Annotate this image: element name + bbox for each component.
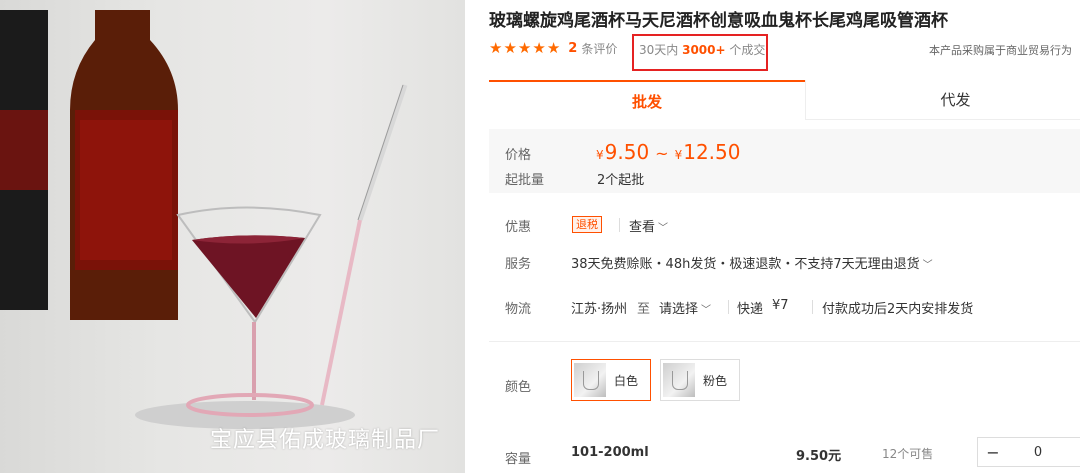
capacity-label: 容量 bbox=[505, 452, 532, 467]
color-option-pink[interactable]: 粉色 bbox=[660, 359, 741, 401]
sales-prefix: 30天内 bbox=[639, 43, 679, 57]
capacity-spec: 101-200ml bbox=[571, 445, 649, 460]
product-image[interactable]: 宝应县佑成玻璃制品厂 bbox=[0, 0, 465, 473]
divider bbox=[619, 218, 620, 232]
chevron-down-icon: ﹀ bbox=[922, 260, 933, 271]
min-price: 9.50 bbox=[604, 140, 650, 164]
currency-symbol: ¥ bbox=[674, 148, 683, 162]
star-icon: ★ bbox=[546, 39, 561, 57]
tab-dropship[interactable]: 代发 bbox=[805, 80, 1080, 120]
tab-wholesale[interactable]: 批发 bbox=[489, 80, 805, 120]
moq-label: 起批量 bbox=[505, 173, 545, 188]
purchase-tabs: 批发 代发 bbox=[489, 80, 1080, 120]
max-price: 12.50 bbox=[683, 140, 741, 164]
quantity-stepper: − bbox=[977, 437, 1080, 467]
view-promo-label: 查看 bbox=[629, 220, 656, 235]
quantity-input[interactable] bbox=[1008, 444, 1068, 460]
decrement-button[interactable]: − bbox=[978, 443, 1008, 462]
service-label: 服务 bbox=[505, 257, 532, 272]
product-title: 玻璃螺旋鸡尾酒杯马天尼酒杯创意吸血鬼杯长尾鸡尾吸管酒杯 bbox=[489, 11, 948, 31]
color-option-white[interactable]: 白色 bbox=[571, 359, 652, 401]
star-icon: ★ bbox=[503, 39, 517, 57]
moq-value: 2个起批 bbox=[597, 173, 645, 188]
shipping-to: 至 bbox=[637, 302, 651, 317]
destination-placeholder: 请选择 bbox=[659, 302, 699, 317]
color-option-label: 粉色 bbox=[703, 373, 728, 388]
express-label: 快递 bbox=[737, 302, 764, 317]
trade-note: 本产品采购属于商业贸易行为 bbox=[929, 44, 1072, 57]
color-thumbnail bbox=[663, 363, 695, 397]
chevron-down-icon: ﹀ bbox=[701, 305, 712, 316]
stock-count: 12个可售 bbox=[882, 447, 934, 461]
review-label[interactable]: 条评价 bbox=[581, 40, 617, 57]
price-separator: ~ bbox=[655, 144, 669, 163]
review-count[interactable]: 2 bbox=[568, 41, 577, 56]
tax-refund-badge: 退税 bbox=[572, 216, 602, 233]
color-label: 颜色 bbox=[505, 380, 532, 395]
price-label: 价格 bbox=[505, 148, 532, 163]
service-info[interactable]: 38天免费赊账・48h发货・极速退款・不支持7天无理由退货 ﹀ bbox=[571, 253, 933, 272]
image-watermark: 宝应县佑成玻璃制品厂 bbox=[210, 428, 441, 453]
divider bbox=[812, 300, 813, 314]
price-panel bbox=[489, 129, 1080, 193]
color-option-label: 白色 bbox=[614, 373, 639, 388]
spec-price: 9.50元 bbox=[796, 449, 842, 464]
destination-select[interactable]: 请选择 ﹀ bbox=[659, 298, 711, 317]
price-range: ¥9.50 ~ ¥12.50 bbox=[596, 140, 740, 164]
rating-stars: ★ ★ ★ ★ ★ bbox=[489, 40, 560, 56]
sales-count: 3000+ bbox=[682, 43, 726, 57]
color-thumbnail bbox=[574, 363, 606, 397]
dispatch-time: 付款成功后2天内安排发货 bbox=[822, 302, 974, 317]
star-icon: ★ bbox=[532, 39, 546, 57]
section-divider bbox=[489, 341, 1080, 342]
promo-label: 优惠 bbox=[505, 220, 532, 235]
currency-symbol: ¥ bbox=[596, 148, 604, 162]
service-text: 38天免费赊账・48h发货・极速退款・不支持7天无理由退货 bbox=[571, 257, 920, 272]
view-promo-link[interactable]: 查看 ﹀ bbox=[629, 216, 668, 235]
star-icon: ★ bbox=[489, 39, 503, 57]
product-photo-illustration bbox=[0, 10, 408, 429]
rating-row: ★ ★ ★ ★ ★ 2 条评价 bbox=[489, 40, 617, 56]
logistics-label: 物流 bbox=[505, 302, 532, 317]
sales-suffix: 个成交 bbox=[729, 43, 766, 57]
sales-info: 30天内 3000+ 个成交 bbox=[639, 41, 765, 58]
shipping-fee: ¥7 bbox=[772, 298, 789, 313]
star-icon: ★ bbox=[517, 39, 532, 57]
divider bbox=[728, 300, 729, 314]
chevron-down-icon: ﹀ bbox=[658, 223, 669, 234]
shipping-origin: 江苏·扬州 bbox=[571, 302, 628, 317]
